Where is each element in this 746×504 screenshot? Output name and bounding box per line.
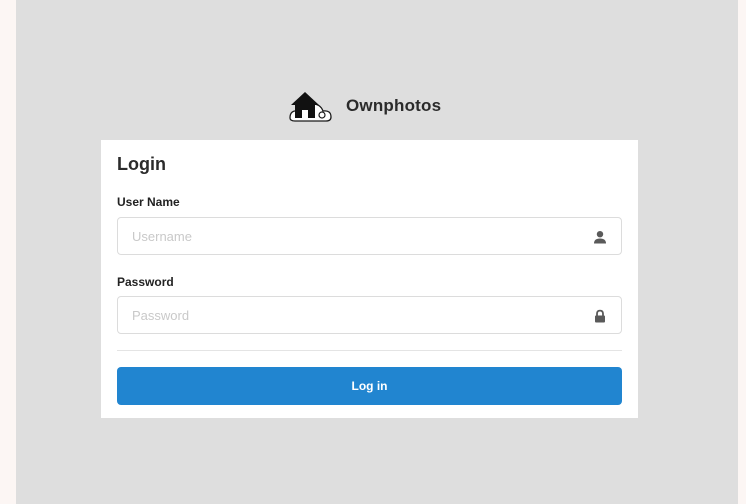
brand-header: Ownphotos bbox=[286, 88, 441, 124]
login-card: Login User Name Password Log in bbox=[101, 140, 638, 418]
password-field-wrapper bbox=[117, 296, 622, 334]
user-icon bbox=[594, 231, 606, 244]
username-input[interactable] bbox=[118, 218, 621, 254]
form-divider bbox=[117, 350, 622, 351]
lock-icon bbox=[595, 309, 605, 323]
login-title: Login bbox=[117, 154, 166, 174]
password-input[interactable] bbox=[118, 297, 621, 333]
username-field-wrapper bbox=[117, 217, 622, 255]
login-button[interactable]: Log in bbox=[117, 367, 622, 405]
username-label: User Name bbox=[117, 195, 180, 209]
password-label: Password bbox=[117, 275, 174, 289]
brand-name: Ownphotos bbox=[346, 96, 442, 115]
home-cloud-logo-icon bbox=[289, 92, 332, 122]
